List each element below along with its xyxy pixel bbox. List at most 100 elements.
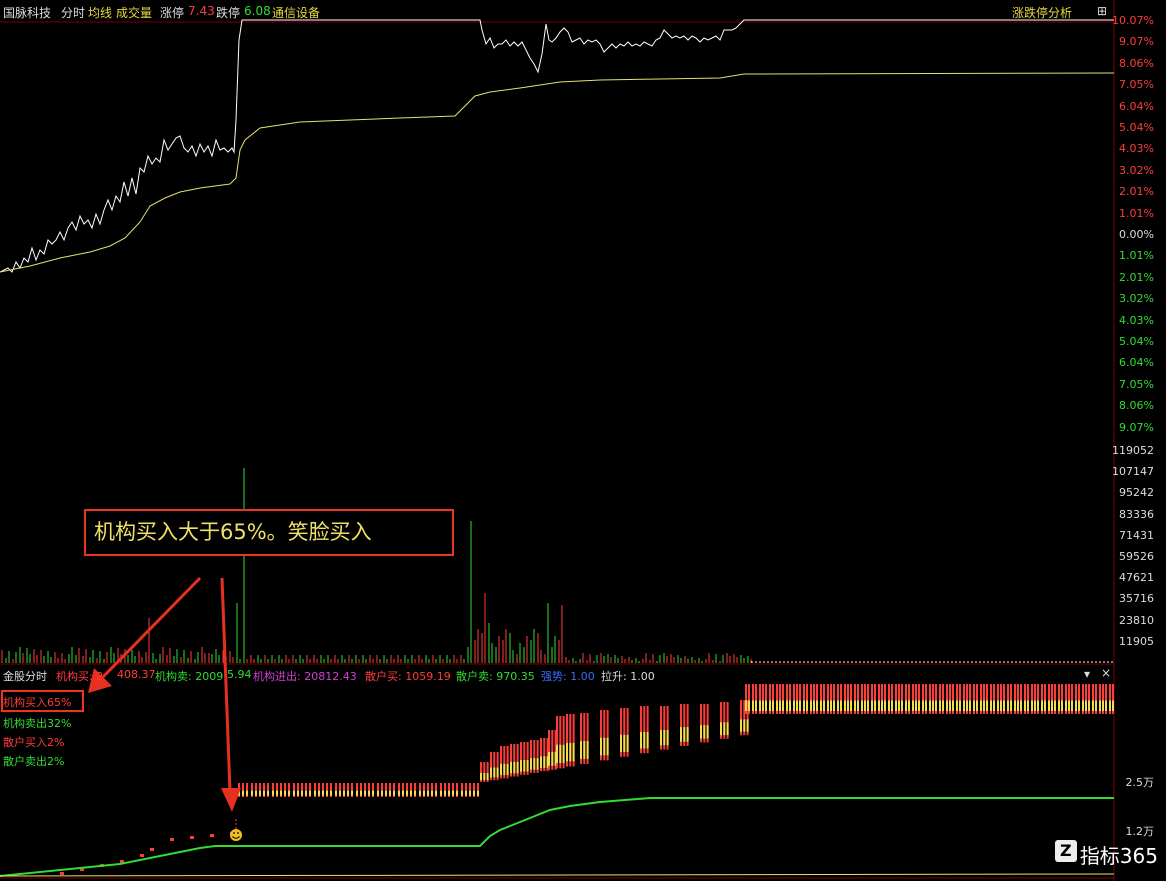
legend-retail-buy: 散户买入2% [3,736,65,749]
smiley-eye [237,832,239,834]
inst-buy-column-inner [496,767,499,778]
inst-buy-column-inner [493,767,496,778]
inst-buy-column-inner [891,700,893,711]
inst-buy-column-inner [861,700,863,711]
inst-buy-column-inner [1014,700,1016,711]
indicator-menu-icon[interactable]: ▾ [1084,667,1090,681]
inst-buy-column-inner [1088,700,1090,711]
inst-buy-column-inner [1105,700,1107,711]
inst-buy-column-inner [1075,700,1077,711]
indicator-name[interactable]: 金股分时 [3,668,47,684]
inst-buy-column-inner [935,700,937,711]
inst-buy-column-inner [720,722,722,736]
inst-buy-column-inner [942,700,944,711]
inst-buy-column-inner [925,700,927,711]
inst-buy-column-inner [626,734,629,752]
inst-buy-column-inner [255,790,257,796]
retail-line [0,873,1115,877]
inst-buy-column-inner [1031,700,1033,711]
inst-sell-line [0,797,1114,877]
inst-buy-column-inner [908,700,910,711]
inst-buy-column-inner [844,700,846,711]
inst-buy-column-inner [840,700,842,711]
inst-buy-column-inner [533,758,536,770]
inst-buy-column-inner [640,731,642,749]
inst-buy-column-inner [976,700,978,711]
inst-buy-column-inner [540,756,542,768]
pct-axis-label: 2.01% [1119,185,1154,199]
inst-buy-column-inner [952,700,954,711]
inst-buy-column-inner [850,700,852,711]
inst-buy-column-inner [830,700,832,711]
limit-analysis-button[interactable]: 涨跌停分析 [1012,4,1072,21]
inst-buy-column-inner [871,700,873,711]
avg-line-label[interactable]: 均线 [88,4,112,21]
sector-label[interactable]: 通信设备 [272,4,320,21]
arrow-head-smiley [221,788,241,812]
inst-buy-column-inner [620,734,622,752]
inst-buy-column-inner [929,700,931,711]
inst-buy-column-inner [643,731,646,749]
inst-buy-column-inner [745,700,747,711]
inst-buy-column-inner [343,790,345,796]
inst-buy-column-inner [796,700,798,711]
inst-buy-column-inner [483,773,486,780]
inst-buy-column-inner [1065,700,1067,711]
inst-buy-column-inner [562,744,565,764]
inst-buy-column-inner [506,763,509,776]
inst-buy-column-inner [932,700,934,711]
inst-buy-column-inner [706,725,709,739]
inst-buy-column-inner [503,763,506,776]
inst-buy-column-inner [566,742,568,762]
vol-axis-label: 83336 [1119,507,1154,521]
vol-axis-label: 47621 [1119,571,1154,585]
inst-buy-column-inner [888,700,890,711]
inst-buy-column-inner [874,700,876,711]
indicator-close-icon[interactable]: × [1101,666,1111,680]
inst-buy-column-inner [288,790,290,796]
limit-up-label: 涨停 [160,6,185,20]
pct-axis-label: 2.01% [1119,270,1154,284]
inst-buy-column-inner [469,790,471,796]
inst-buy-column-inner [966,700,968,711]
pct-axis-label: 7.05% [1119,78,1154,92]
vol-axis-label: 95242 [1119,486,1154,500]
inst-buy-column-inner [510,761,512,774]
ind-axis-bottom: 1.2万 [1125,825,1155,838]
inst-buy-column-inner [820,700,822,711]
inst-buy-column-inner [572,742,575,762]
inst-buy-column-inner [969,700,971,711]
pct-axis-label: 1.01% [1119,249,1154,263]
legend-retail-sell: 散户卖出2% [3,755,65,768]
inst-buy-column-inner [347,790,349,796]
inst-buy-column-inner [530,758,532,770]
inst-buy-column-inner [666,729,669,746]
inst-buy-column-inner [1000,700,1002,711]
inst-buy-column-inner [878,700,880,711]
inst-buy-column-inner [351,790,353,796]
tab-minute[interactable]: 分时 [61,4,85,21]
zoom-icon[interactable]: ⊞ [1097,4,1107,18]
inst-buy-column-inner [461,790,463,796]
inst-buy-column-inner [1095,700,1097,711]
inst-buy-column-inner [772,700,774,711]
inst-buy-column-inner [335,790,337,796]
inst-buy-column-inner [520,760,522,772]
inst-buy-column-inner [990,700,992,711]
pct-axis-label: 6.04% [1119,356,1154,370]
inst-buy-column-inner [330,790,332,796]
inst-buy-column-inner [973,700,975,711]
inst-buy-column-inner [765,700,767,711]
inst-buy-column-inner [600,737,602,756]
inst-buy-column-inner [1010,700,1012,711]
inst-buy-column-inner [1085,700,1087,711]
inst-buy-column-inner [748,700,750,711]
inst-buy-column-inner [915,700,917,711]
inst-buy-mark [150,848,154,851]
limit-down-value: 6.08 [244,4,271,18]
legend-inst-buy: 机构买入65% [3,696,72,709]
inst-buy-column-inner [740,719,742,732]
volume-label[interactable]: 成交量 [116,4,152,21]
inst-buy-column-inner [1020,700,1022,711]
pct-axis-label: 5.04% [1119,121,1154,134]
